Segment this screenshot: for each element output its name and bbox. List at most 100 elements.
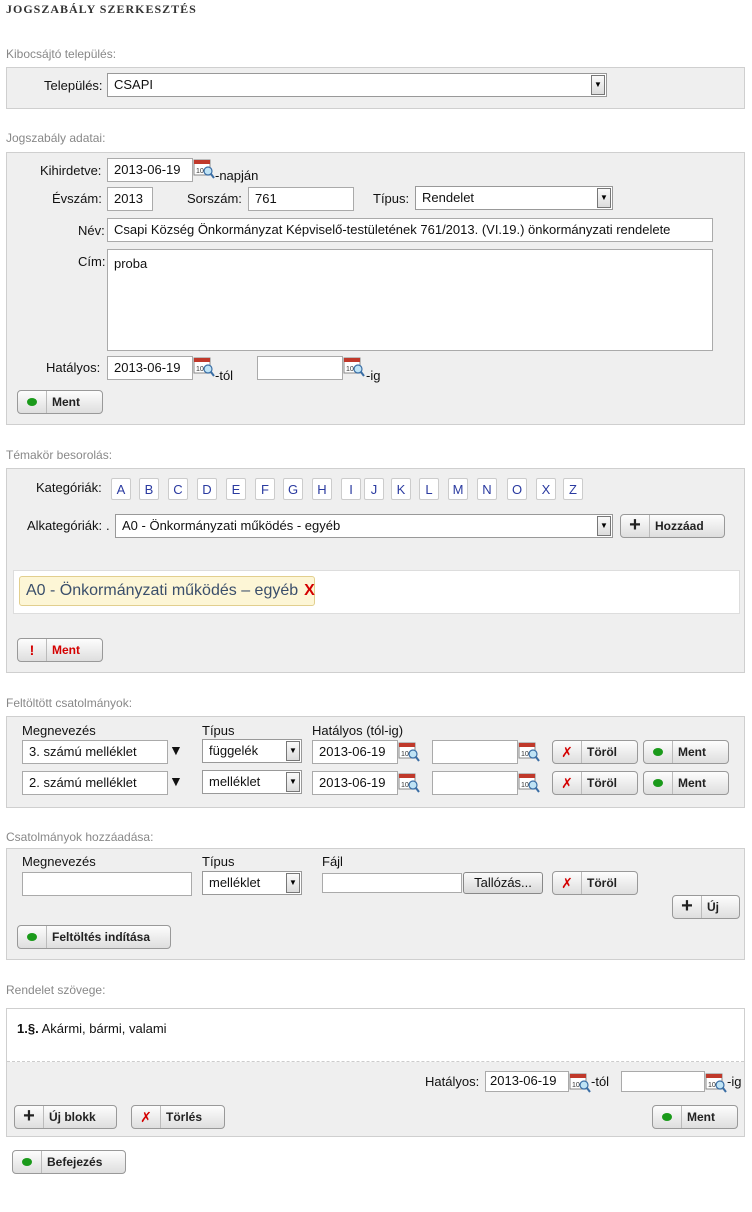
warning-icon: ! xyxy=(18,639,47,661)
calendar-icon[interactable] xyxy=(518,740,540,762)
calendar-icon[interactable] xyxy=(193,157,215,179)
attachment-type-select[interactable]: melléklet ▼ xyxy=(202,871,302,895)
category-letter-x[interactable]: X xyxy=(536,478,556,500)
add-subcategory-button[interactable]: + Hozzáad xyxy=(620,514,725,538)
remove-tag-icon[interactable]: X xyxy=(304,582,315,599)
chevron-down-icon[interactable]: ▼ xyxy=(597,188,611,208)
chevron-down-icon[interactable]: ▼ xyxy=(597,516,611,536)
text-save-button[interactable]: Ment xyxy=(652,1105,738,1129)
attachment-row-save-label: Ment xyxy=(678,745,706,759)
category-letter-a[interactable]: A xyxy=(111,478,131,500)
calendar-icon[interactable] xyxy=(398,740,420,762)
subject-textarea[interactable]: proba xyxy=(107,249,713,351)
category-letter-h[interactable]: H xyxy=(312,478,332,500)
year-label: Évszám: xyxy=(52,191,102,206)
finish-label: Befejezés xyxy=(47,1155,103,1169)
attachment-row-delete-button[interactable]: ✗ Töröl xyxy=(552,740,638,764)
attachment-delete-label: Töröl xyxy=(587,876,617,890)
type-value: Rendelet xyxy=(422,190,475,205)
ok-dot-icon xyxy=(18,926,47,948)
category-letter-g[interactable]: G xyxy=(283,478,303,500)
browse-button[interactable]: Tallózás... xyxy=(463,872,543,894)
chevron-down-icon[interactable]: ▼ xyxy=(591,75,605,95)
attachment-row-type-value: függelék xyxy=(209,743,259,758)
page-title: JOGSZABÁLY SZERKESZTÉS xyxy=(6,2,197,16)
add-attach-section-title: Csatolmányok hozzáadása: xyxy=(6,830,154,844)
attachment-row-name-input[interactable]: 2. számú melléklet xyxy=(22,771,168,795)
category-letter-b[interactable]: B xyxy=(139,478,159,500)
text-section-title: Rendelet szövege: xyxy=(6,983,106,997)
topic-save-button[interactable]: ! Ment xyxy=(17,638,103,662)
effective-to-input[interactable] xyxy=(257,356,343,380)
number-input[interactable]: 761 xyxy=(248,187,354,211)
issuer-section-title: Kibocsájtó település: xyxy=(6,47,117,61)
category-letter-z[interactable]: Z xyxy=(563,478,583,500)
delete-block-button[interactable]: ✗ Törlés xyxy=(131,1105,225,1129)
subcategory-dot: . xyxy=(106,518,110,533)
chevron-down-icon[interactable]: ▼ xyxy=(286,873,300,893)
plus-icon: + xyxy=(15,1106,44,1128)
category-letter-l[interactable]: L xyxy=(419,478,439,500)
attachment-row-from-input[interactable]: 2013-06-19 xyxy=(312,740,398,764)
row-menu-icon[interactable]: ▼ xyxy=(169,742,183,758)
category-letter-j[interactable]: J xyxy=(364,478,384,500)
category-letter-f[interactable]: F xyxy=(255,478,275,500)
attachment-delete-button[interactable]: ✗ Töröl xyxy=(552,871,638,895)
law-save-button[interactable]: Ment xyxy=(17,390,103,414)
upload-start-label: Feltöltés indítása xyxy=(52,930,151,944)
category-letter-i[interactable]: I xyxy=(341,478,361,500)
attachment-row-type-select[interactable]: melléklet ▼ xyxy=(202,770,302,794)
attachment-row-name-input[interactable]: 3. számú melléklet xyxy=(22,740,168,764)
calendar-icon[interactable] xyxy=(398,771,420,793)
ok-dot-icon xyxy=(644,741,673,763)
attachment-row-delete-button[interactable]: ✗ Töröl xyxy=(552,771,638,795)
year-input[interactable]: 2013 xyxy=(107,187,153,211)
attachment-row-to-input[interactable] xyxy=(432,771,518,795)
delete-x-icon: ✗ xyxy=(553,741,582,763)
category-letter-o[interactable]: O xyxy=(507,478,527,500)
chevron-down-icon[interactable]: ▼ xyxy=(286,772,300,792)
uploaded-section-title: Feltöltött csatolmányok: xyxy=(6,696,133,710)
calendar-icon[interactable] xyxy=(518,771,540,793)
category-letter-c[interactable]: C xyxy=(168,478,188,500)
new-block-button[interactable]: + Új blokk xyxy=(14,1105,117,1129)
type-label: Típus: xyxy=(373,191,410,206)
type-select[interactable]: Rendelet ▼ xyxy=(415,186,613,210)
published-date-input[interactable]: 2013-06-19 xyxy=(107,158,193,182)
calendar-icon[interactable] xyxy=(705,1071,727,1093)
settlement-select[interactable]: CSAPI ▼ xyxy=(107,73,607,97)
name-input[interactable]: Csapi Község Önkormányzat Képviselő-test… xyxy=(107,218,713,242)
attachment-row-save-button[interactable]: Ment xyxy=(643,771,729,795)
attachment-row-to-input[interactable] xyxy=(432,740,518,764)
category-letter-d[interactable]: D xyxy=(197,478,217,500)
row-menu-icon[interactable]: ▼ xyxy=(169,773,183,789)
new-attachment-button[interactable]: + Új xyxy=(672,895,740,919)
attachment-row-delete-label: Töröl xyxy=(587,745,617,759)
category-letter-m[interactable]: M xyxy=(448,478,468,500)
upload-start-button[interactable]: Feltöltés indítása xyxy=(17,925,171,949)
category-letter-k[interactable]: K xyxy=(391,478,411,500)
attachment-type-value: melléklet xyxy=(209,875,261,890)
delete-block-label: Törlés xyxy=(166,1110,203,1124)
file-path-input[interactable] xyxy=(322,873,462,893)
text-effective-from-input[interactable]: 2013-06-19 xyxy=(485,1071,569,1092)
subcategories-label: Alkategóriák: xyxy=(27,518,103,533)
effective-from-input[interactable]: 2013-06-19 xyxy=(107,356,193,380)
calendar-icon[interactable] xyxy=(569,1071,591,1093)
attachment-name-input[interactable] xyxy=(22,872,192,896)
subject-label: Cím: xyxy=(78,254,106,269)
text-effective-to-input[interactable] xyxy=(621,1071,705,1092)
category-letter-n[interactable]: N xyxy=(477,478,497,500)
attachment-row-from-input[interactable]: 2013-06-19 xyxy=(312,771,398,795)
attachment-row-type-select[interactable]: függelék ▼ xyxy=(202,739,302,763)
category-letter-e[interactable]: E xyxy=(226,478,246,500)
finish-button[interactable]: Befejezés xyxy=(12,1150,126,1174)
subcategory-select[interactable]: A0 - Önkormányzati működés - egyéb ▼ xyxy=(115,514,613,538)
published-suffix: -napján xyxy=(215,168,259,183)
calendar-icon[interactable] xyxy=(343,355,365,377)
chevron-down-icon[interactable]: ▼ xyxy=(286,741,300,761)
col-name-header: Megnevezés xyxy=(22,723,96,738)
paragraph: 1.§. Akármi, bármi, valami xyxy=(17,1021,167,1036)
calendar-icon[interactable] xyxy=(193,355,215,377)
attachment-row-save-button[interactable]: Ment xyxy=(643,740,729,764)
